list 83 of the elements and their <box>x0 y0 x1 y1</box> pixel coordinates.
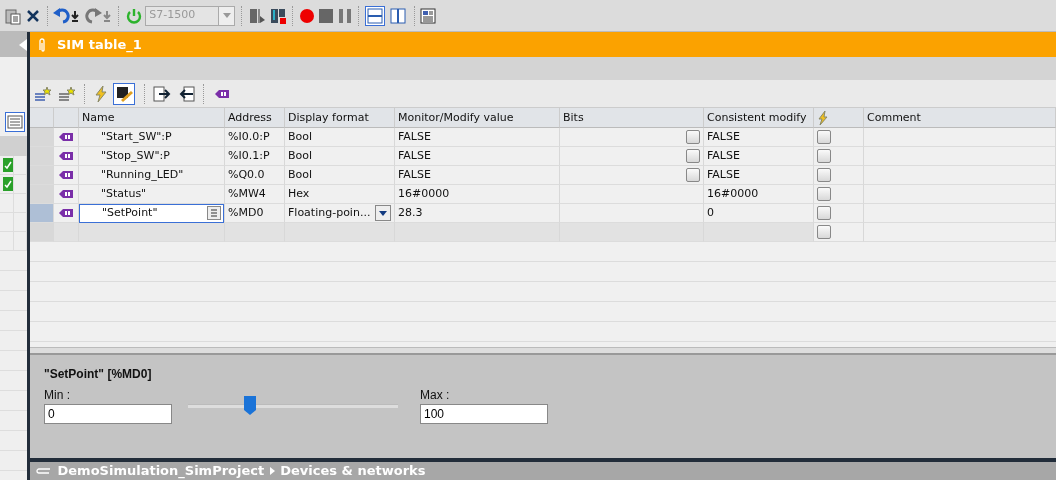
split-horizontal-button[interactable] <box>365 5 385 26</box>
checkbox[interactable] <box>817 225 831 239</box>
table-cell: FALSE <box>704 166 814 185</box>
checkbox[interactable] <box>817 168 831 182</box>
view-button[interactable] <box>5 111 25 133</box>
export-icon[interactable] <box>153 85 171 102</box>
max-field[interactable]: 100 <box>420 403 548 424</box>
column-header: Comment <box>864 108 1056 128</box>
tag-icon <box>57 169 75 181</box>
field-label: Min : <box>44 386 71 404</box>
modify-button[interactable] <box>113 82 135 105</box>
list-button-icon[interactable] <box>207 206 221 220</box>
chip-pencil-icon <box>115 84 133 103</box>
vertical-layout-icon <box>389 7 406 24</box>
collapse-icon[interactable] <box>19 38 27 51</box>
table-cell: Hex <box>285 185 395 204</box>
checkbox[interactable] <box>817 149 831 163</box>
horizontal-layout-icon <box>367 7 383 24</box>
table-cell: %Q0.0 <box>225 166 285 185</box>
table-cell: 28.3 <box>395 204 560 223</box>
power-icon[interactable] <box>124 6 143 25</box>
table-cell: FALSE <box>395 147 560 166</box>
column-header: Name <box>79 108 225 128</box>
dropdown-button[interactable] <box>375 205 391 221</box>
insert-row-icon[interactable] <box>57 85 76 102</box>
tag-icon <box>57 207 75 219</box>
table-cell <box>225 223 285 242</box>
checkbox[interactable] <box>686 149 700 163</box>
chevron-icon <box>269 467 275 475</box>
table-cell: %MW4 <box>225 185 285 204</box>
tag-icon <box>57 188 75 200</box>
column-header: Address <box>225 108 285 128</box>
slider-thumb[interactable] <box>244 395 257 415</box>
table-cell: %I0.0:P <box>225 128 285 147</box>
lightning-icon[interactable] <box>93 85 108 102</box>
stop-icon[interactable] <box>317 7 334 24</box>
add-row-icon[interactable] <box>34 85 52 102</box>
table-cell: 0 <box>704 204 814 223</box>
column-header: Bits <box>560 108 704 128</box>
checkbox[interactable] <box>817 206 831 220</box>
close-icon[interactable] <box>24 7 41 24</box>
column-header: Display format <box>285 108 395 128</box>
module-icon[interactable] <box>268 6 287 25</box>
table-cell: Bool <box>285 128 395 147</box>
split-vertical-button[interactable] <box>387 5 408 26</box>
undo-icon[interactable] <box>53 6 82 25</box>
record-icon[interactable] <box>299 7 315 24</box>
table-cell: Bool <box>285 147 395 166</box>
tag-icon <box>57 131 75 143</box>
panel-title: "SetPoint" [%MD0] <box>44 366 153 383</box>
paste-icon[interactable] <box>4 6 22 25</box>
table-cell: FALSE <box>395 128 560 147</box>
list-view-icon <box>7 113 23 130</box>
table-cell: FALSE <box>704 128 814 147</box>
editor-title: SIM table_1 <box>57 35 142 55</box>
pause-icon[interactable] <box>336 7 353 24</box>
tag-icon <box>57 150 75 162</box>
table-cell: "Stop_SW":P <box>79 147 225 166</box>
checkbox[interactable] <box>686 130 700 144</box>
caret-icon <box>379 210 387 216</box>
paperclip-icon <box>36 467 52 475</box>
table-cell-text: Floating-poin... <box>288 204 371 221</box>
caret-icon <box>222 13 231 18</box>
table-cell: 16#0000 <box>395 185 560 204</box>
table-cell: 16#0000 <box>704 185 814 204</box>
table-cell: FALSE <box>395 166 560 185</box>
column-header: Consistent modify <box>704 108 814 128</box>
column-header: Monitor/Modify value <box>395 108 560 128</box>
min-field[interactable]: 0 <box>44 403 172 424</box>
table-cell: FALSE <box>704 147 814 166</box>
table-cell: Bool <box>285 166 395 185</box>
table-cell: %I0.1:P <box>225 147 285 166</box>
table-cell: %MD0 <box>225 204 285 223</box>
panel-header <box>0 136 27 156</box>
table-cell: "Start_SW":P <box>79 128 225 147</box>
lightning-icon <box>817 111 829 125</box>
checkbox[interactable] <box>817 130 831 144</box>
checkbox[interactable] <box>817 187 831 201</box>
table-cell: "Status" <box>79 185 225 204</box>
paperclip-icon <box>38 37 46 52</box>
checkbox[interactable] <box>686 168 700 182</box>
table-cell: "Running_LED" <box>79 166 225 185</box>
field-label: Max : <box>420 386 451 404</box>
